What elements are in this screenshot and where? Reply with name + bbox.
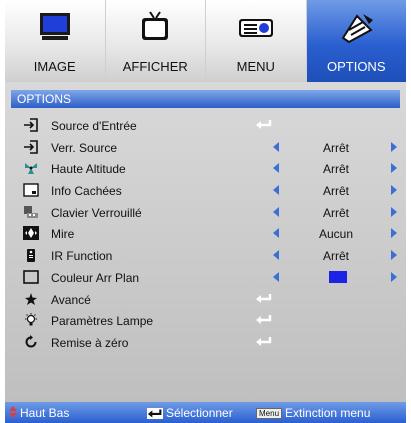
row-remise-a-zero[interactable]: Remise à zéro	[11, 332, 400, 354]
row-parametres-lampe[interactable]: Paramètres Lampe	[11, 310, 400, 332]
footer-exit-hint: Extinction menu	[285, 406, 371, 420]
row-label: IR Function	[51, 249, 113, 264]
arrow-right-icon[interactable]	[391, 206, 397, 217]
tab-label: IMAGE	[33, 59, 76, 74]
up-down-arrow-icon	[9, 406, 17, 418]
arrow-left-icon[interactable]	[273, 250, 279, 261]
tv-icon	[142, 11, 169, 40]
row-ir-function[interactable]: IR Function Arrêt	[11, 245, 400, 267]
arrow-left-icon[interactable]	[273, 206, 279, 217]
keypad-icon	[24, 205, 38, 218]
reset-icon	[25, 334, 37, 348]
row-avance[interactable]: Avancé	[11, 289, 400, 311]
row-label: Verr. Source	[51, 140, 118, 155]
arrow-left-icon[interactable]	[273, 163, 279, 174]
row-clavier-verrouille[interactable]: Clavier Verrouillé Arrêt	[11, 202, 400, 224]
arrow-right-icon[interactable]	[391, 228, 397, 239]
row-label: Mire	[51, 227, 75, 242]
row-value: Arrêt	[322, 184, 349, 199]
row-label: Couleur Arr Plan	[51, 270, 140, 285]
arrow-left-icon[interactable]	[273, 228, 279, 239]
tools-icon	[341, 14, 374, 44]
row-value: Aucun	[318, 227, 354, 242]
row-label: Source d'Entrée	[51, 119, 137, 133]
row-value: Arrêt	[322, 205, 349, 220]
enter-key-icon	[147, 408, 163, 420]
footer-help-bar: Haut Bas Sélectionner Menu Extinction men…	[5, 402, 406, 423]
row-label: Paramètres Lampe	[51, 314, 154, 329]
row-mire[interactable]: Mire Aucun	[11, 223, 400, 245]
arrow-right-icon[interactable]	[391, 250, 397, 261]
tab-options[interactable]: OPTIONS	[306, 0, 406, 82]
tab-label: OPTIONS	[326, 59, 386, 74]
tab-menu[interactable]: MENU	[206, 0, 307, 82]
tab-label: AFFICHER	[122, 59, 188, 74]
section-title: OPTIONS	[11, 90, 400, 108]
osd-menu: IMAGE AFFICHER MENU OPTIONS OPTIONS Sour…	[5, 0, 406, 423]
test-pattern-icon	[23, 226, 39, 241]
tab-image[interactable]: IMAGE	[5, 0, 106, 82]
options-list: Source d'Entrée Verr. Source Arrêt Haute…	[11, 115, 400, 354]
enter-icon	[256, 293, 272, 303]
background-color-icon	[23, 270, 39, 284]
input-source-icon	[24, 139, 38, 154]
row-source-entree[interactable]: Source d'Entrée	[11, 115, 400, 137]
color-swatch	[329, 270, 347, 283]
footer-select-hint-group: Sélectionner	[147, 406, 233, 420]
enter-icon	[256, 315, 272, 325]
row-label: Clavier Verrouillé	[51, 205, 142, 220]
fan-icon	[25, 163, 37, 175]
options-panel: OPTIONS Source d'Entrée Verr. Source Arr…	[5, 82, 406, 402]
advanced-icon	[25, 292, 37, 305]
arrow-left-icon[interactable]	[273, 185, 279, 196]
monitor-icon	[39, 13, 70, 40]
arrow-right-icon[interactable]	[391, 271, 397, 282]
info-hide-icon	[23, 183, 39, 197]
footer-navigate-hint: Haut Bas	[20, 406, 70, 420]
row-label: Info Cachées	[51, 184, 122, 199]
row-value: Arrêt	[322, 140, 349, 155]
footer-select-hint: Sélectionner	[166, 406, 233, 420]
row-couleur-arr-plan[interactable]: Couleur Arr Plan	[11, 267, 400, 289]
remote-icon	[27, 249, 35, 263]
lamp-icon	[25, 313, 37, 326]
row-haute-altitude[interactable]: Haute Altitude Arrêt	[11, 158, 400, 180]
enter-icon	[256, 120, 272, 129]
input-source-icon	[24, 118, 38, 132]
arrow-right-icon[interactable]	[391, 141, 397, 152]
row-label: Remise à zéro	[51, 335, 129, 350]
row-info-cachees[interactable]: Info Cachées Arrêt	[11, 180, 400, 202]
arrow-left-icon[interactable]	[273, 141, 279, 152]
tab-bar: IMAGE AFFICHER MENU OPTIONS	[5, 0, 406, 82]
enter-icon	[256, 336, 272, 346]
menu-key-icon: Menu	[256, 408, 283, 420]
row-label: Haute Altitude	[51, 162, 126, 177]
row-value: Arrêt	[322, 162, 349, 177]
footer-exit-hint-group: Menu Extinction menu	[256, 406, 370, 420]
projector-icon	[238, 19, 273, 37]
arrow-right-icon[interactable]	[391, 163, 397, 174]
row-label: Avancé	[51, 292, 91, 307]
tab-afficher[interactable]: AFFICHER	[105, 0, 206, 82]
arrow-left-icon[interactable]	[273, 271, 279, 282]
arrow-right-icon[interactable]	[391, 185, 397, 196]
row-value: Arrêt	[322, 249, 349, 264]
tab-label: MENU	[236, 59, 275, 74]
row-verr-source[interactable]: Verr. Source Arrêt	[11, 137, 400, 159]
